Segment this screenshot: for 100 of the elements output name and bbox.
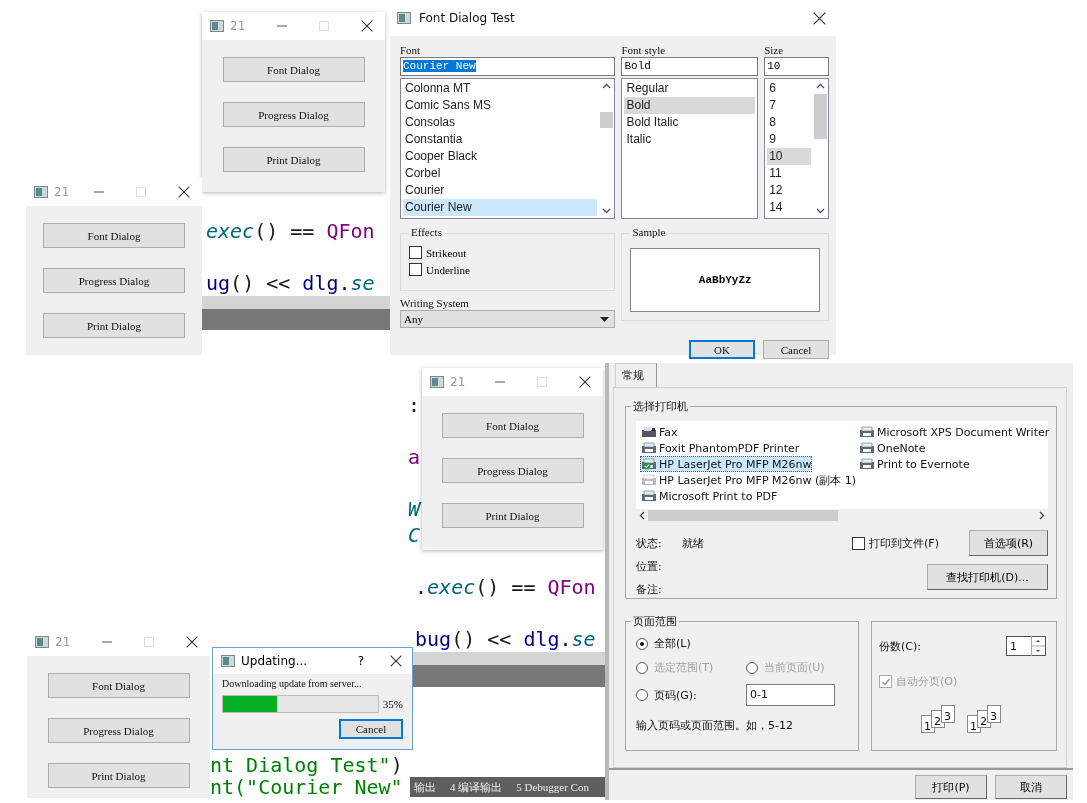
dropdown-arrow-icon[interactable]	[600, 316, 610, 322]
list-item[interactable]: Colonna MT	[403, 80, 598, 97]
dialog-button[interactable]: Print Dialog	[222, 147, 365, 172]
radio-label: 当前页面(U)	[764, 660, 825, 675]
list-item[interactable]: Comic Sans MS	[403, 97, 598, 114]
window-title: Updating...	[241, 654, 308, 668]
scroll-up-icon[interactable]	[816, 83, 825, 89]
close-icon[interactable]	[579, 376, 591, 388]
list-item[interactable]: Bold	[624, 97, 756, 114]
code-line: C	[408, 522, 421, 548]
dialog-button[interactable]: Font Dialog	[43, 223, 185, 248]
radio-button[interactable]	[636, 689, 648, 701]
app-icon	[34, 186, 48, 198]
radio-button[interactable]	[636, 637, 648, 650]
list-item[interactable]: Cooper Black	[403, 148, 598, 165]
dialog-button[interactable]: Print Dialog	[43, 313, 185, 338]
list-item[interactable]: Regular	[624, 80, 756, 97]
list-item[interactable]: Courier New	[403, 199, 598, 216]
scroll-down-icon[interactable]	[602, 208, 612, 214]
list-item[interactable]: 6	[767, 80, 811, 97]
help-button[interactable]: ?	[357, 654, 364, 668]
dropdown[interactable]: Any	[400, 310, 616, 328]
close-icon[interactable]	[361, 20, 373, 32]
dialog-button[interactable]: Progress Dialog	[47, 718, 190, 743]
sample-preview: AaBbYyZz	[630, 248, 820, 312]
printer-item[interactable]: Print to Evernote	[858, 456, 971, 472]
printer-item[interactable]: HP LaserJet Pro MFP M26nw	[640, 456, 813, 472]
code-line: :	[408, 392, 421, 418]
dialog-button[interactable]: OK	[689, 340, 755, 359]
input-field[interactable]: 10	[764, 57, 829, 76]
status-label: 状态:	[636, 536, 662, 551]
output-tab[interactable]: 输出	[414, 779, 436, 795]
pages-field[interactable]: 0-1	[746, 684, 835, 706]
list-item[interactable]: Corbel	[403, 165, 598, 182]
group-title: Effects	[409, 226, 444, 238]
dialog-button[interactable]: Font Dialog	[222, 57, 365, 82]
dialog-button[interactable]: Font Dialog	[441, 413, 584, 438]
dialog-button[interactable]: Progress Dialog	[441, 458, 584, 483]
list-item[interactable]: Courier	[403, 182, 598, 199]
printer-item[interactable]: HP LaserJet Pro MFP M26nw (副本 1)	[640, 472, 858, 488]
scroll-up-icon[interactable]	[602, 83, 612, 89]
list-item[interactable]: 8	[767, 114, 811, 131]
field-label: 份数(C):	[879, 638, 921, 654]
list-item[interactable]: 10	[767, 148, 811, 165]
field-label: Writing System	[400, 297, 470, 309]
find-printer-button[interactable]: 查找打印机(D)...	[927, 564, 1048, 590]
maximize-icon	[319, 21, 329, 31]
list-item[interactable]: Consolas	[403, 114, 598, 131]
app-icon	[35, 636, 49, 648]
list-item[interactable]: 9	[767, 131, 811, 148]
tab[interactable]: 常规	[615, 363, 657, 387]
radio-label: 选定范围(T)	[654, 660, 714, 675]
spin-arrows-icon[interactable]	[1031, 636, 1045, 656]
list-item[interactable]: Constantia	[403, 131, 598, 148]
close-icon[interactable]	[178, 186, 190, 198]
copies-spinbox[interactable]: 1	[1006, 636, 1046, 656]
dialog-button[interactable]: Progress Dialog	[43, 268, 185, 293]
maximize-icon	[144, 637, 154, 647]
output-tab[interactable]: 4 编译输出	[450, 779, 503, 795]
printer-item[interactable]: Microsoft Print to PDF	[640, 488, 779, 504]
dialog-button[interactable]: Cancel	[763, 340, 829, 359]
close-icon[interactable]	[390, 655, 402, 667]
input-field[interactable]: Bold	[621, 57, 759, 76]
scrollbar-thumb[interactable]	[600, 112, 614, 128]
list-item[interactable]: 11	[767, 165, 811, 182]
list-item[interactable]: Bold Italic	[624, 114, 756, 131]
checkbox[interactable]: Underline	[409, 263, 607, 276]
output-tab[interactable]: 5 Debugger Con	[516, 781, 589, 793]
checkbox[interactable]: 打印到文件(F)	[852, 535, 939, 551]
page-sheet: 3	[940, 705, 955, 723]
dialog-button[interactable]: Print Dialog	[441, 503, 584, 528]
dialog-button[interactable]: Progress Dialog	[222, 102, 365, 127]
printer-item[interactable]: Fax	[640, 424, 679, 440]
field-label: Font style	[621, 44, 667, 56]
printer-item[interactable]: Microsoft XPS Document Writer	[858, 424, 1051, 440]
scrollbar-thumb[interactable]	[814, 94, 827, 139]
cancel-button[interactable]: Cancel	[339, 719, 403, 739]
list-item[interactable]: Italic	[624, 131, 756, 148]
dialog-button[interactable]: Print Dialog	[47, 763, 190, 788]
dialog-button[interactable]: Font Dialog	[47, 673, 190, 698]
printer-item[interactable]: OneNote	[858, 440, 927, 456]
close-icon[interactable]	[186, 636, 198, 648]
scroll-down-icon[interactable]	[816, 208, 825, 214]
list-item[interactable]: 14	[767, 199, 811, 216]
scroll-left-icon[interactable]	[639, 511, 645, 520]
code-line: nt("Courier New"	[210, 776, 403, 798]
dialog-button[interactable]: 打印(P)	[915, 775, 987, 799]
code-line: a	[408, 444, 421, 470]
list-item[interactable]: 7	[767, 97, 811, 114]
scroll-right-icon[interactable]	[1039, 511, 1045, 520]
group-title: 页面范围	[631, 614, 679, 629]
window-title: 21	[54, 185, 70, 199]
input-field[interactable]: Courier New	[400, 57, 616, 76]
list-item[interactable]: 12	[767, 182, 811, 199]
close-icon[interactable]	[813, 11, 826, 25]
checkbox[interactable]: Strikeout	[409, 246, 607, 259]
dialog-button[interactable]: 取消	[995, 775, 1067, 799]
printer-item[interactable]: Foxit PhantomPDF Printer	[640, 440, 801, 456]
preferences-button[interactable]: 首选项(R)	[969, 530, 1048, 556]
code-line: ug() << dlg.se	[206, 270, 375, 296]
